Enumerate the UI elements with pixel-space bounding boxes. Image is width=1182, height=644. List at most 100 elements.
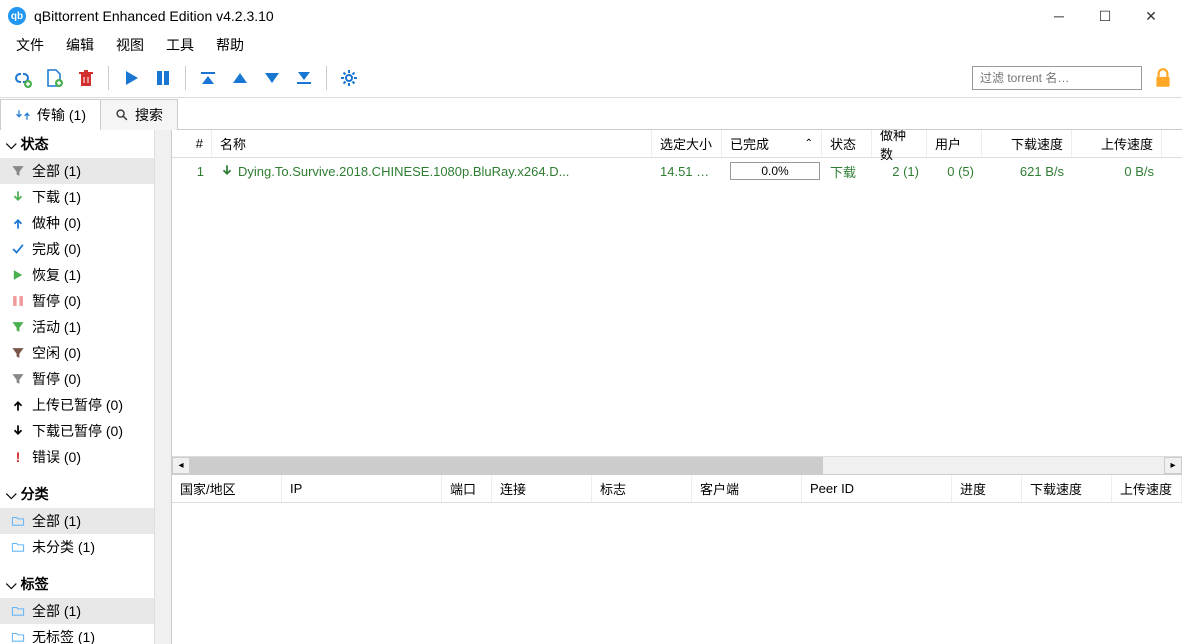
maximize-button[interactable]: ☐ xyxy=(1082,0,1128,32)
scroll-left-button[interactable]: ◂ xyxy=(172,457,190,474)
col-status[interactable]: 状态 xyxy=(822,130,872,157)
progress-bar: 0.0% xyxy=(730,162,820,180)
toolbar-separator xyxy=(108,66,109,90)
tab-search[interactable]: 搜索 xyxy=(100,99,178,130)
scroll-track[interactable] xyxy=(190,457,1164,474)
cell-status: 下载 xyxy=(822,162,872,181)
sidebar-category-all[interactable]: 全部 (1) xyxy=(0,508,171,534)
move-down-button[interactable] xyxy=(258,64,286,92)
sidebar-status-header[interactable]: ⌵状态 xyxy=(0,130,171,158)
add-link-button[interactable] xyxy=(8,64,36,92)
folder-icon xyxy=(10,629,26,644)
sidebar-category-uncategorized[interactable]: 未分类 (1) xyxy=(0,534,171,560)
pcol-progress[interactable]: 进度 xyxy=(952,475,1022,502)
sidebar-item-paused2[interactable]: 暂停 (0) xyxy=(0,366,171,392)
sidebar-category-header[interactable]: ⌵分类 xyxy=(0,480,171,508)
play-icon xyxy=(10,267,26,283)
menu-view[interactable]: 视图 xyxy=(106,32,154,58)
move-bottom-button[interactable] xyxy=(290,64,318,92)
filter-input[interactable] xyxy=(980,71,1135,85)
download-icon xyxy=(10,423,26,439)
col-dlspeed[interactable]: 下载速度 xyxy=(982,130,1072,157)
torrent-list: # 名称 选定大小 已完成⌃ 状态 做种数 用户 下载速度 上传速度 1 Dyi… xyxy=(172,130,1182,456)
pcol-connection[interactable]: 连接 xyxy=(492,475,592,502)
sidebar-item-download-paused[interactable]: 下载已暂停 (0) xyxy=(0,418,171,444)
settings-button[interactable] xyxy=(335,64,363,92)
chevron-down-icon: ⌵ xyxy=(6,486,17,503)
check-icon xyxy=(10,241,26,257)
sidebar-item-idle[interactable]: 空闲 (0) xyxy=(0,340,171,366)
toolbar-separator xyxy=(326,66,327,90)
minimize-button[interactable]: ─ xyxy=(1036,0,1082,32)
peer-pane: 国家/地区 IP 端口 连接 标志 客户端 Peer ID 进度 下载速度 上传… xyxy=(172,474,1182,644)
upload-icon xyxy=(10,215,26,231)
menu-help[interactable]: 帮助 xyxy=(206,32,254,58)
folder-icon xyxy=(10,539,26,555)
close-button[interactable]: ✕ xyxy=(1128,0,1174,32)
menu-tools[interactable]: 工具 xyxy=(156,32,204,58)
sidebar-item-paused[interactable]: 暂停 (0) xyxy=(0,288,171,314)
pcol-port[interactable]: 端口 xyxy=(442,475,492,502)
sidebar-item-resumed[interactable]: 恢复 (1) xyxy=(0,262,171,288)
pcol-dlspeed[interactable]: 下载速度 xyxy=(1022,475,1112,502)
col-seeds[interactable]: 做种数 xyxy=(872,130,927,157)
torrent-header-row: # 名称 选定大小 已完成⌃ 状态 做种数 用户 下载速度 上传速度 xyxy=(172,130,1182,158)
sidebar-tags-all[interactable]: 全部 (1) xyxy=(0,598,171,624)
pcol-country[interactable]: 国家/地区 xyxy=(172,475,282,502)
search-icon xyxy=(115,108,129,122)
folder-icon xyxy=(10,603,26,619)
menu-file[interactable]: 文件 xyxy=(6,32,54,58)
pcol-upspeed[interactable]: 上传速度 xyxy=(1112,475,1182,502)
col-done[interactable]: 已完成⌃ xyxy=(722,130,822,157)
window-title: qBittorrent Enhanced Edition v4.2.3.10 xyxy=(34,8,1036,24)
sidebar-item-active[interactable]: 活动 (1) xyxy=(0,314,171,340)
pcol-peerid[interactable]: Peer ID xyxy=(802,475,952,502)
delete-button[interactable] xyxy=(72,64,100,92)
horizontal-scrollbar[interactable]: ◂ ▸ xyxy=(172,456,1182,474)
filter-icon xyxy=(10,345,26,361)
sidebar-item-seeding[interactable]: 做种 (0) xyxy=(0,210,171,236)
pcol-flags[interactable]: 标志 xyxy=(592,475,692,502)
torrent-row[interactable]: 1 Dying.To.Survive.2018.CHINESE.1080p.Bl… xyxy=(172,158,1182,184)
sidebar-tags-untagged[interactable]: 无标签 (1) xyxy=(0,624,171,644)
sort-icon: ⌃ xyxy=(805,138,813,149)
toolbar xyxy=(0,58,1182,98)
tab-row: 传输 (1) 搜索 xyxy=(0,98,1182,130)
cell-done: 0.0% xyxy=(722,162,822,180)
cell-dlspeed: 621 B/s xyxy=(982,164,1072,179)
sidebar-item-errored[interactable]: !错误 (0) xyxy=(0,444,171,470)
menu-edit[interactable]: 编辑 xyxy=(56,32,104,58)
scroll-right-button[interactable]: ▸ xyxy=(1164,457,1182,474)
pcol-ip[interactable]: IP xyxy=(282,475,442,502)
pcol-client[interactable]: 客户端 xyxy=(692,475,802,502)
pause-button[interactable] xyxy=(149,64,177,92)
transfers-icon xyxy=(15,107,31,123)
sidebar-item-all[interactable]: 全部 (1) xyxy=(0,158,171,184)
col-size[interactable]: 选定大小 xyxy=(652,130,722,157)
cell-upspeed: 0 B/s xyxy=(1072,164,1162,179)
scroll-thumb[interactable] xyxy=(190,457,823,474)
filter-icon xyxy=(10,319,26,335)
resume-button[interactable] xyxy=(117,64,145,92)
sidebar-item-completed[interactable]: 完成 (0) xyxy=(0,236,171,262)
sidebar-tags-header[interactable]: ⌵标签 xyxy=(0,570,171,598)
sidebar-scrollbar[interactable] xyxy=(154,130,171,644)
add-file-button[interactable] xyxy=(40,64,68,92)
download-icon xyxy=(220,164,234,178)
tab-transfers[interactable]: 传输 (1) xyxy=(0,99,101,130)
sidebar-item-downloading[interactable]: 下载 (1) xyxy=(0,184,171,210)
filter-box[interactable] xyxy=(972,66,1142,90)
move-up-button[interactable] xyxy=(226,64,254,92)
upload-icon xyxy=(10,397,26,413)
content-area: # 名称 选定大小 已完成⌃ 状态 做种数 用户 下载速度 上传速度 1 Dyi… xyxy=(172,130,1182,644)
sidebar-item-upload-paused[interactable]: 上传已暂停 (0) xyxy=(0,392,171,418)
app-logo: qb xyxy=(8,7,26,25)
col-name[interactable]: 名称 xyxy=(212,130,652,157)
col-num[interactable]: # xyxy=(172,130,212,157)
filter-icon xyxy=(10,371,26,387)
cell-peers: 0 (5) xyxy=(927,164,982,179)
col-peers[interactable]: 用户 xyxy=(927,130,982,157)
lock-icon[interactable] xyxy=(1152,67,1174,89)
move-top-button[interactable] xyxy=(194,64,222,92)
col-upspeed[interactable]: 上传速度 xyxy=(1072,130,1162,157)
